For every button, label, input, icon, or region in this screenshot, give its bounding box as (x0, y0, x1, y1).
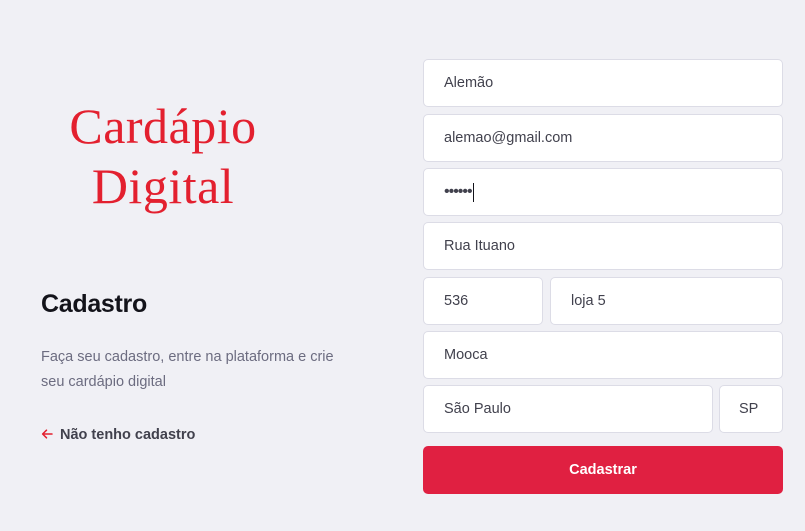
street-input[interactable]: Rua Ituano (423, 222, 783, 270)
back-link-label: Não tenho cadastro (60, 427, 196, 443)
state-value: SP (739, 401, 759, 417)
back-link[interactable]: Não tenho cadastro (41, 427, 195, 443)
page-description: Faça seu cadastro, entre na plataforma e… (41, 349, 334, 390)
number-value: 536 (444, 293, 469, 309)
name-input[interactable]: Alemão (423, 59, 783, 107)
password-input[interactable]: •••••• (423, 168, 783, 216)
arrow-left-icon (41, 428, 54, 443)
submit-button[interactable]: Cadastrar (423, 446, 783, 494)
complement-input[interactable]: loja 5 (550, 277, 783, 325)
text-caret (472, 182, 474, 202)
district-value: Mooca (444, 347, 488, 363)
name-value: Alemão (444, 75, 494, 91)
city-value: São Paulo (444, 401, 511, 417)
email-value: alemao@gmail.com (444, 130, 573, 146)
complement-value: loja 5 (571, 293, 606, 309)
number-input[interactable]: 536 (423, 277, 543, 325)
logo: Cardápio Digital (48, 96, 278, 216)
city-input[interactable]: São Paulo (423, 385, 713, 433)
email-input[interactable]: alemao@gmail.com (423, 114, 783, 162)
logo-line-2: Digital (91, 158, 235, 214)
logo-line-1: Cardápio (69, 98, 257, 154)
state-input[interactable]: SP (719, 385, 783, 433)
page-title: Cadastro (41, 290, 147, 318)
street-value: Rua Ituano (444, 238, 515, 254)
district-input[interactable]: Mooca (423, 331, 783, 379)
password-value: •••••• (444, 183, 473, 200)
